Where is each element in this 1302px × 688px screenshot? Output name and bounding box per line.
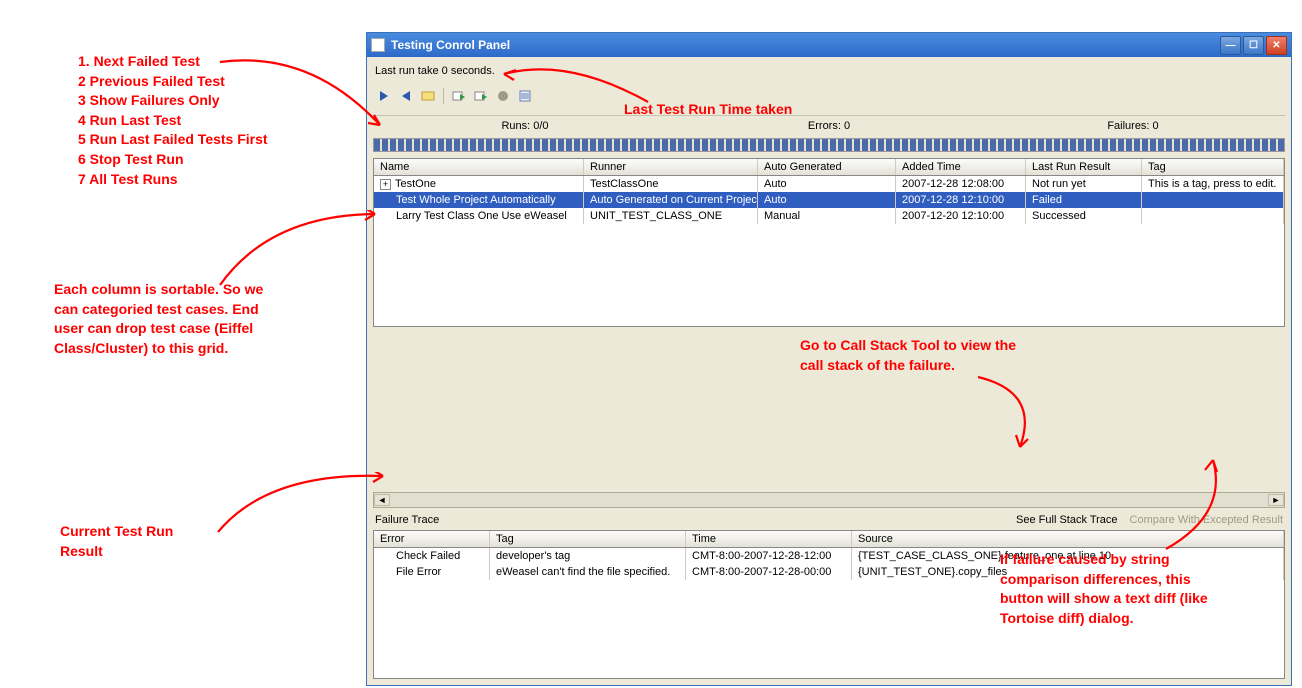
stats-bar: Runs: 0/0 Errors: 0 Failures: 0 [373,115,1285,136]
annotation-toolbar-4: 4 Run Last Test [78,111,268,131]
cell-auto: Manual [758,208,896,224]
test-cases-grid[interactable]: Name Runner Auto Generated Added Time La… [373,158,1285,327]
cell-added: 2007-12-28 12:10:00 [896,192,1026,208]
col-header-added[interactable]: Added Time [896,159,1026,175]
toolbar-separator [443,88,444,104]
cell-tag: developer's tag [490,548,686,564]
failure-trace-grid[interactable]: Error Tag Time Source Check Failed devel… [373,530,1285,679]
cell-name: Larry Test Class One Use eWeasel [374,208,584,224]
cell-result: Failed [1026,192,1142,208]
table-row[interactable]: Check Failed developer's tag CMT-8:00-20… [374,548,1284,564]
progress-bar [373,138,1285,152]
annotation-toolbar-6: 6 Stop Test Run [78,150,268,170]
cell-tag[interactable] [1142,192,1284,208]
show-failures-only-button[interactable] [419,87,437,105]
cell-auto: Auto [758,192,896,208]
window-icon [371,38,385,52]
cell-result: Not run yet [1026,176,1142,192]
cell-runner: UNIT_TEST_CLASS_ONE [584,208,758,224]
cell-runner: TestClassOne [584,176,758,192]
table-row[interactable]: Test Whole Project Automatically Auto Ge… [374,192,1284,208]
all-test-runs-button[interactable] [516,87,534,105]
stat-failures: Failures: 0 [981,120,1285,132]
cell-auto: Auto [758,176,896,192]
annotation-sortable-3: user can drop test case (Eiffel [54,319,263,339]
maximize-button[interactable]: ☐ [1243,36,1264,55]
testing-control-panel-window: Testing Conrol Panel — ☐ ✕ Last run take… [366,32,1292,686]
annotation-toolbar-5: 5 Run Last Failed Tests First [78,130,268,150]
cell-error: File Error [374,564,490,580]
test-grid-body[interactable]: + TestOne TestClassOne Auto 2007-12-28 12… [374,176,1284,326]
cell-source: {TEST_CASE_CLASS_ONE}.feature_one at lin… [852,548,1284,564]
run-last-failed-tests-first-button[interactable] [472,87,490,105]
see-full-stack-trace-link[interactable]: See Full Stack Trace [1016,514,1118,526]
col-header-tag[interactable]: Tag [1142,159,1284,175]
cell-added: 2007-12-28 12:08:00 [896,176,1026,192]
cell-runner: Auto Generated on Current Project [584,192,758,208]
col-header-time[interactable]: Time [686,531,852,547]
close-button[interactable]: ✕ [1266,36,1287,55]
cell-tag[interactable]: This is a tag, press to edit. [1142,176,1284,192]
stat-runs: Runs: 0/0 [373,120,677,132]
annotation-toolbar-3: 3 Show Failures Only [78,91,268,111]
annotation-sortable-2: can categoried test cases. End [54,300,263,320]
cell-time: CMT-8:00-2007-12-28-12:00 [686,548,852,564]
titlebar[interactable]: Testing Conrol Panel — ☐ ✕ [367,33,1291,57]
table-row[interactable]: + TestOne TestClassOne Auto 2007-12-28 12… [374,176,1284,192]
cell-result: Successed [1026,208,1142,224]
toolbar [373,85,1285,115]
col-header-name[interactable]: Name [374,159,584,175]
cell-added: 2007-12-20 12:10:00 [896,208,1026,224]
next-failed-test-button[interactable] [375,87,393,105]
cell-tag[interactable] [1142,208,1284,224]
failure-trace-label: Failure Trace [375,514,439,526]
run-last-test-button[interactable] [450,87,468,105]
col-header-auto[interactable]: Auto Generated [758,159,896,175]
previous-failed-test-button[interactable] [397,87,415,105]
last-run-status: Last run take 0 seconds. [373,61,1285,85]
annotation-toolbar-2: 2 Previous Failed Test [78,72,268,92]
scroll-right-arrow[interactable]: ► [1268,494,1284,506]
horizontal-scrollbar[interactable]: ◄ ► [373,492,1285,508]
col-header-source[interactable]: Source [852,531,1284,547]
col-header-tag[interactable]: Tag [490,531,686,547]
col-header-runner[interactable]: Runner [584,159,758,175]
annotation-current-result-2: Result [60,542,173,562]
cell-time: CMT-8:00-2007-12-28-00:00 [686,564,852,580]
col-header-result[interactable]: Last Run Result [1026,159,1142,175]
table-row[interactable]: File Error eWeasel can't find the file s… [374,564,1284,580]
scroll-left-arrow[interactable]: ◄ [374,494,390,506]
stop-test-run-button[interactable] [494,87,512,105]
stat-errors: Errors: 0 [677,120,981,132]
annotation-current-result-1: Current Test Run [60,522,173,542]
annotation-sortable-1: Each column is sortable. So we [54,280,263,300]
annotation-sortable-4: Class/Cluster) to this grid. [54,339,263,359]
annotation-toolbar-7: 7 All Test Runs [78,170,268,190]
cell-error: Check Failed [374,548,490,564]
compare-with-expected-result-link[interactable]: Compare With Excepted Result [1130,514,1283,526]
test-grid-header[interactable]: Name Runner Auto Generated Added Time La… [374,159,1284,176]
annotation-toolbar-1: 1. Next Failed Test [78,52,268,72]
expand-toggle[interactable]: + [380,179,391,190]
minimize-button[interactable]: — [1220,36,1241,55]
trace-grid-body[interactable]: Check Failed developer's tag CMT-8:00-20… [374,548,1284,678]
table-row[interactable]: Larry Test Class One Use eWeasel UNIT_TE… [374,208,1284,224]
cell-tag: eWeasel can't find the file specified. [490,564,686,580]
cell-source: {UNIT_TEST_ONE}.copy_files [852,564,1284,580]
cell-name: Test Whole Project Automatically [374,192,584,208]
col-header-error[interactable]: Error [374,531,490,547]
cell-name: TestOne [395,178,436,190]
trace-grid-header[interactable]: Error Tag Time Source [374,531,1284,548]
window-title: Testing Conrol Panel [391,38,1220,52]
